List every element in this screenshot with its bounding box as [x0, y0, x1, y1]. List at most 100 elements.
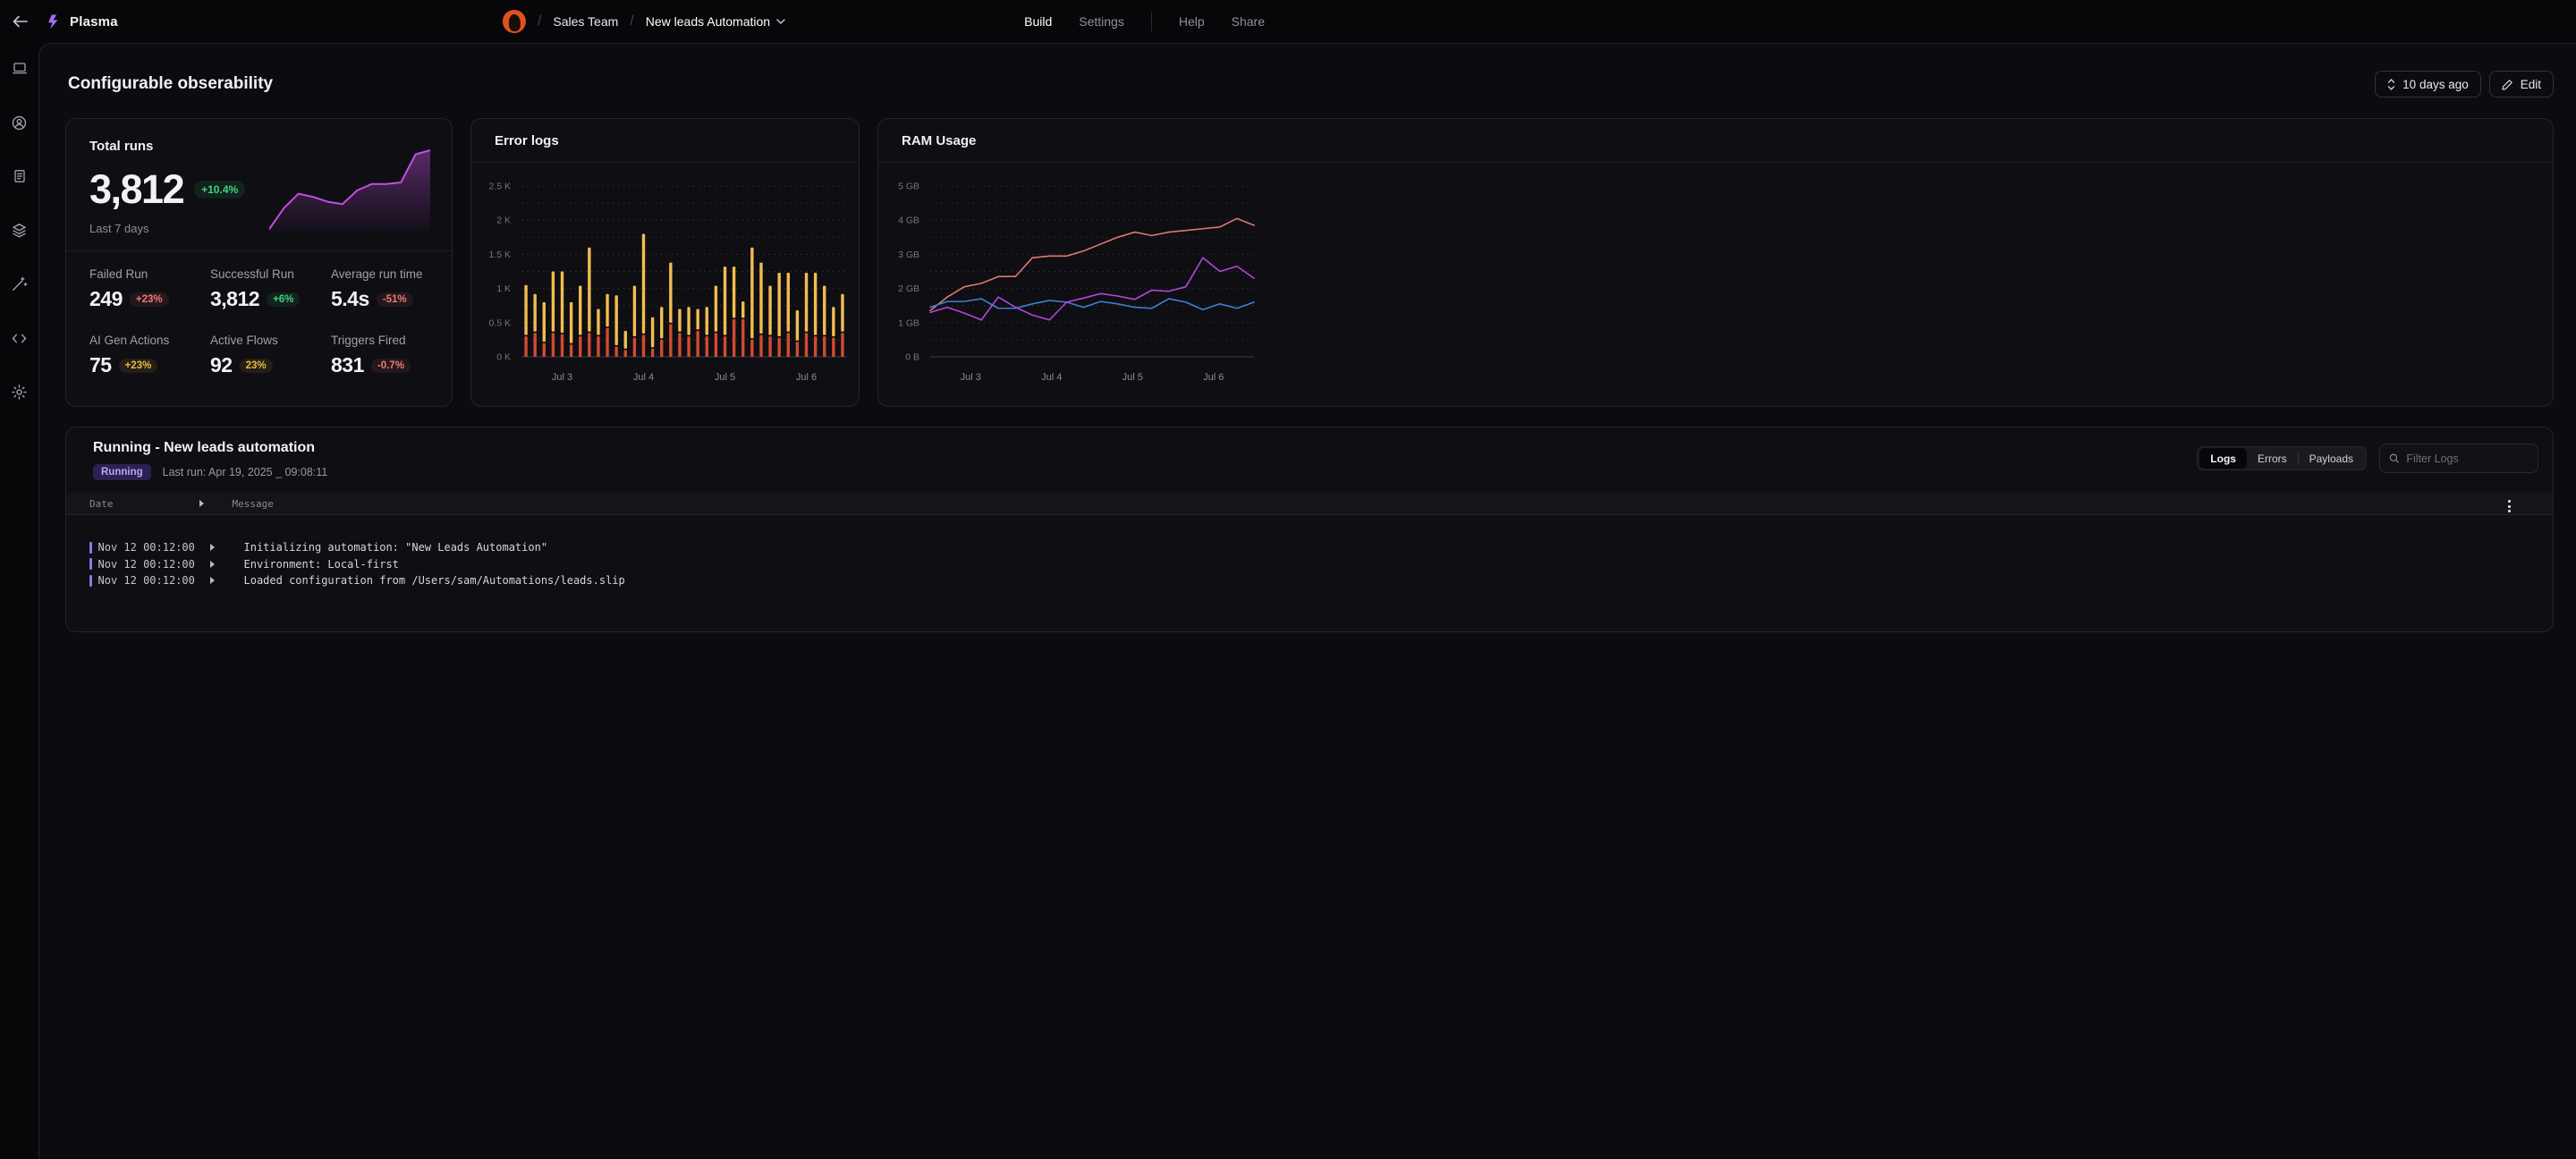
log-rows: Nov 12 00:12:00 Initializing automation:…: [66, 515, 2553, 589]
brand[interactable]: Plasma: [45, 13, 118, 30]
ram-usage-chart: 0 B1 GB2 GB3 GB4 GB5 GBJul 3Jul 4Jul 5Ju…: [878, 163, 1267, 406]
svg-text:2.5 K: 2.5 K: [488, 182, 511, 192]
ram-usage-title: RAM Usage: [902, 133, 976, 148]
topbar: Plasma / Sales Team / New leads Automati…: [0, 0, 1288, 43]
layers-icon: [11, 222, 28, 239]
svg-text:2 GB: 2 GB: [898, 283, 919, 294]
svg-text:2 K: 2 K: [496, 216, 511, 226]
row-arrow-icon: [210, 577, 215, 584]
sidebar-item-accounts[interactable]: [2, 105, 38, 140]
svg-text:Jul 5: Jul 5: [715, 372, 735, 383]
run-panel-header: Running - New leads automation Running L…: [66, 427, 2553, 480]
ram-usage-card: RAM Usage 0 B1 GB2 GB3 GB4 GB5 GBJul 3Ju…: [877, 118, 2554, 407]
last-run-text: Last run: Apr 19, 2025 _ 09:08:11: [163, 466, 328, 478]
total-runs-delta-badge: +10.4%: [194, 181, 245, 199]
pencil-icon: [2502, 79, 2513, 90]
log-marker: [89, 575, 92, 587]
nav-help[interactable]: Help: [1179, 14, 1205, 29]
sidebar-item-monitor[interactable]: [2, 50, 38, 86]
app-name: Plasma: [70, 14, 118, 30]
stat-delta-badge: +6%: [267, 292, 300, 307]
sidebar-item-settings[interactable]: [2, 374, 38, 410]
stat-active-flows: Active Flows 92 23%: [210, 334, 331, 377]
filter-logs-input[interactable]: [2406, 453, 2529, 465]
log-table-header: Date Message: [66, 493, 2553, 515]
nav-settings[interactable]: Settings: [1079, 14, 1124, 29]
log-row[interactable]: Nov 12 00:12:00 Loaded configuration fro…: [66, 572, 2553, 589]
file-text-icon: [12, 168, 28, 184]
stats-grid: Failed Run 249 +23% Successful Run 3,812…: [66, 251, 452, 377]
error-logs-chart: 0 K0.5 K1 K1.5 K2 K2.5 KJul 3Jul 4Jul 5J…: [471, 163, 859, 406]
svg-text:1.5 K: 1.5 K: [488, 250, 511, 260]
sidebar-item-layers[interactable]: [2, 212, 38, 248]
run-title: Running - New leads automation: [93, 440, 327, 456]
log-row[interactable]: Nov 12 00:12:00 Environment: Local-first: [66, 556, 2553, 573]
svg-text:0 B: 0 B: [905, 352, 919, 363]
arrow-left-icon: [13, 15, 28, 28]
stat-delta-badge: +23%: [119, 359, 158, 373]
sidebar-item-code[interactable]: [2, 320, 38, 356]
magic-wand-icon: [11, 275, 28, 292]
sidebar-item-documents[interactable]: [2, 158, 38, 194]
page-title: Configurable obserability: [68, 74, 273, 94]
top-nav: Build Settings Help Share: [1024, 12, 1288, 31]
tab-errors[interactable]: Errors: [2247, 448, 2298, 469]
breadcrumb: / Sales Team / New leads Automation: [503, 10, 785, 33]
cards-row: Total runs 3,812 +10.4% Last 7 days Fail…: [65, 118, 2554, 407]
user-circle-icon: [11, 114, 28, 131]
breadcrumb-automation-dropdown[interactable]: New leads Automation: [646, 14, 785, 29]
run-panel: Running - New leads automation Running L…: [65, 427, 2554, 632]
log-row[interactable]: Nov 12 00:12:00 Initializing automation:…: [66, 539, 2553, 556]
breadcrumb-separator: /: [630, 13, 633, 30]
time-range-label: 10 days ago: [2402, 78, 2469, 91]
tab-payloads[interactable]: Payloads: [2299, 448, 2364, 469]
chevron-down-icon: [776, 19, 785, 24]
svg-text:Jul 3: Jul 3: [552, 372, 572, 383]
tab-logs[interactable]: Logs: [2199, 448, 2247, 469]
sidebar-item-ai-actions[interactable]: [2, 266, 38, 301]
stat-delta-badge: 23%: [240, 359, 273, 373]
nav-build[interactable]: Build: [1024, 14, 1052, 29]
run-subtitle-row: Running Last run: Apr 19, 2025 _ 09:08:1…: [93, 464, 327, 480]
error-logs-card: Error logs 0 K0.5 K1 K1.5 K2 K2.5 KJul 3…: [470, 118, 860, 407]
svg-text:1 GB: 1 GB: [898, 317, 919, 328]
table-menu-button[interactable]: [2504, 496, 2514, 516]
monitor-icon: [12, 60, 28, 76]
avatar[interactable]: [503, 10, 526, 33]
breadcrumb-separator: /: [538, 13, 541, 30]
header-actions: 10 days ago Edit: [2375, 71, 2554, 97]
row-arrow-icon: [210, 544, 215, 551]
log-tabs: Logs Errors Payloads: [2197, 446, 2367, 470]
page-header: Configurable obserability 10 days ago Ed…: [68, 71, 2554, 97]
nav-divider: [1151, 12, 1152, 31]
svg-text:Jul 5: Jul 5: [1123, 372, 1143, 383]
code-icon: [11, 330, 28, 347]
breadcrumb-team[interactable]: Sales Team: [553, 14, 618, 29]
stat-delta-badge: -51%: [377, 292, 413, 307]
log-marker: [89, 558, 92, 570]
error-logs-title: Error logs: [495, 133, 559, 148]
expand-arrow-icon: [199, 500, 204, 507]
svg-text:0 K: 0 K: [496, 352, 511, 363]
edit-label: Edit: [2521, 78, 2541, 91]
gear-icon: [11, 384, 28, 401]
run-controls: Logs Errors Payloads: [2197, 444, 2538, 473]
svg-text:3 GB: 3 GB: [898, 250, 919, 260]
nav-share[interactable]: Share: [1232, 14, 1265, 29]
back-button[interactable]: [7, 9, 32, 34]
column-message: Message: [233, 498, 274, 510]
stat-ai-gen-actions: AI Gen Actions 75 +23%: [89, 334, 210, 377]
ram-usage-header: RAM Usage: [878, 119, 2553, 163]
time-range-button[interactable]: 10 days ago: [2375, 71, 2481, 97]
total-runs-sparkline-chart: [269, 144, 430, 235]
filter-logs-field[interactable]: [2379, 444, 2538, 473]
plasma-logo-icon: [45, 13, 62, 30]
edit-button[interactable]: Edit: [2489, 71, 2554, 97]
status-badge: Running: [93, 464, 151, 480]
svg-text:Jul 3: Jul 3: [961, 372, 981, 383]
stat-delta-badge: -0.7%: [371, 359, 411, 373]
stat-successful-run: Successful Run 3,812 +6%: [210, 267, 331, 311]
svg-text:0.5 K: 0.5 K: [488, 317, 511, 328]
svg-text:Jul 6: Jul 6: [796, 372, 817, 383]
svg-text:Jul 4: Jul 4: [633, 372, 654, 383]
